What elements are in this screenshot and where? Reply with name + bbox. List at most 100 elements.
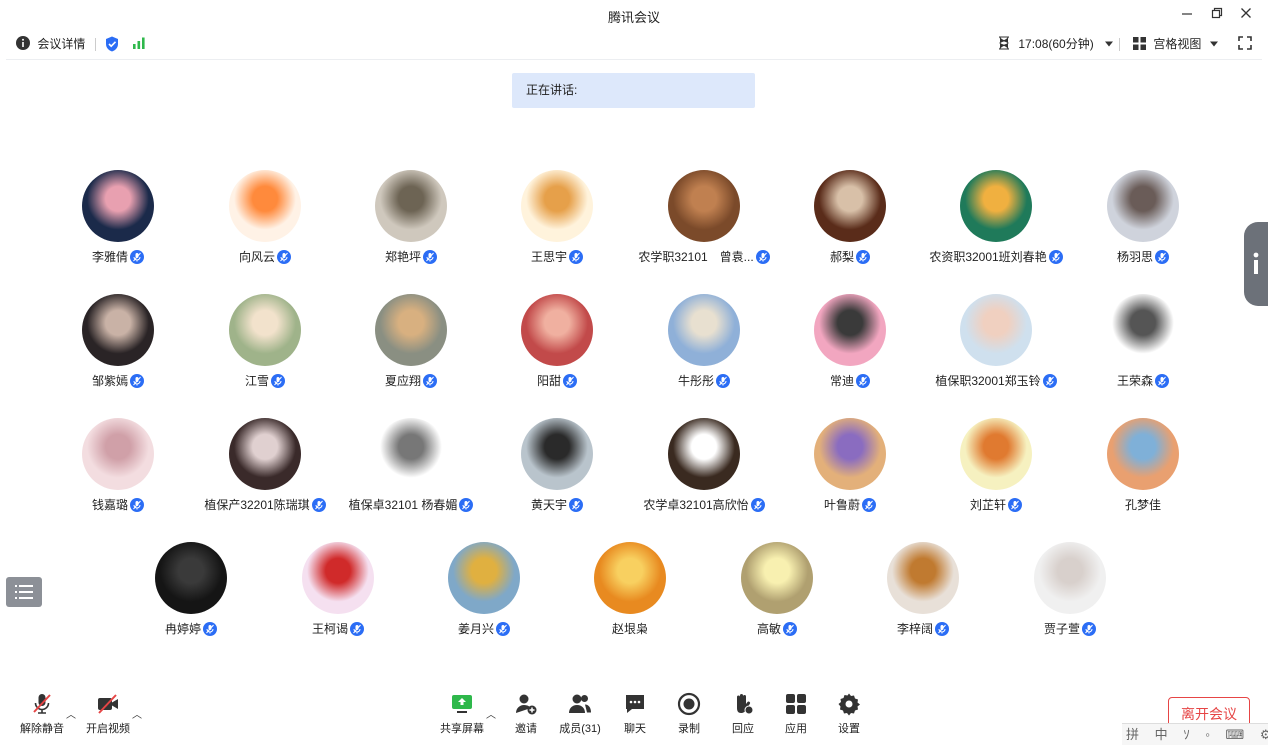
minimize-icon[interactable] [1178, 6, 1196, 24]
view-mode-button[interactable]: 宫格视图 [1133, 36, 1219, 52]
participant-name: 黄天宇 [530, 498, 567, 512]
record-button[interactable]: 录制 [661, 692, 717, 738]
avatar [814, 294, 886, 366]
participant-tile[interactable]: 王荣森 [1070, 294, 1216, 404]
side-panel-info-button[interactable] [1244, 222, 1268, 306]
avatar [814, 170, 886, 242]
participant-tile[interactable]: 江雪 [192, 294, 338, 404]
participant-tile[interactable]: 钱嘉璐 [45, 418, 191, 528]
participant-tile[interactable]: 农学卓32101高欣怡 [631, 418, 777, 528]
meeting-details-button[interactable]: 会议详情 [16, 36, 85, 52]
participant-tile[interactable]: 李雅倩 [45, 170, 191, 280]
chevron-down-icon [1105, 41, 1114, 47]
participant-tile[interactable]: 植保职32001郑玉铃 [923, 294, 1069, 404]
start-video-button[interactable]: 开启视频 [80, 692, 136, 738]
participant-name: 植保职32001郑玉铃 [935, 374, 1041, 388]
avatar [521, 294, 593, 366]
members-button[interactable]: 成员(31) [552, 692, 608, 738]
participant-list-toggle[interactable] [6, 577, 42, 607]
participant-name: 江雪 [244, 374, 269, 388]
avatar [155, 542, 227, 614]
participant-tile[interactable]: 李梓阔 [850, 542, 996, 652]
participant-tile[interactable]: 牛彤彤 [631, 294, 777, 404]
participant-tile[interactable]: 植保卓32101 杨春媚 [338, 418, 484, 528]
mic-muted-icon [716, 373, 730, 388]
network-signal-icon[interactable] [132, 36, 146, 54]
meeting-details-label: 会议详情 [37, 37, 86, 51]
participant-tile[interactable]: 杨羽思 [1070, 170, 1216, 280]
participant-name: 邹紫嫣 [91, 374, 128, 388]
close-icon[interactable] [1237, 6, 1255, 24]
participant-tile[interactable]: 向风云 [192, 170, 338, 280]
info-icon [1253, 252, 1259, 274]
participant-tile[interactable]: 赵垠枭 [557, 542, 703, 652]
participant-tile[interactable]: 阳甜 [484, 294, 630, 404]
participant-tile[interactable]: 刘芷轩 [923, 418, 1069, 528]
participant-tile[interactable]: 王柯谒 [265, 542, 411, 652]
unmute-button[interactable]: 解除静音 [14, 692, 70, 738]
share-screen-button[interactable]: 共享屏幕 [434, 692, 490, 738]
avatar [229, 294, 301, 366]
window-title: 腾讯会议 [607, 10, 660, 25]
participant-name-row: 邹紫嫣 [45, 372, 191, 389]
participant-tile[interactable]: 农学职32101 曾袁... [631, 170, 777, 280]
mic-muted-icon [423, 373, 437, 388]
mic-muted-icon [130, 497, 144, 512]
participant-name: 农资职32001班刘春艳 [929, 250, 1047, 264]
reactions-button[interactable]: 回应 [715, 692, 771, 738]
video-off-icon [98, 694, 118, 714]
avatar [302, 542, 374, 614]
participant-tile[interactable]: 植保产32201陈瑞琪 [192, 418, 338, 528]
participant-tile[interactable]: 夏应翔 [338, 294, 484, 404]
participant-tile[interactable]: 王思宇 [484, 170, 630, 280]
apps-icon [786, 694, 806, 714]
chat-button[interactable]: 聊天 [607, 692, 663, 738]
audio-options-chevron-icon[interactable]: ︿ [66, 706, 76, 721]
participant-tile[interactable]: 黄天宇 [484, 418, 630, 528]
participant-tile[interactable]: 孔梦佳 [1070, 418, 1216, 528]
members-label: 成员(31) [559, 723, 601, 735]
mic-muted-icon [1155, 373, 1169, 388]
speaking-indicator: 正在讲话: [512, 73, 755, 108]
video-options-chevron-icon[interactable]: ︿ [132, 706, 142, 721]
participant-name-row: 农学卓32101高欣怡 [631, 496, 777, 513]
restore-icon[interactable] [1208, 6, 1226, 24]
participant-name-row: 农资职32001班刘春艳 [923, 248, 1069, 265]
fullscreen-icon[interactable] [1238, 36, 1252, 54]
participant-tile[interactable]: 高敏 [704, 542, 850, 652]
avatar [375, 294, 447, 366]
participant-tile[interactable]: 常迪 [777, 294, 923, 404]
participant-tile[interactable]: 叶鲁蔚 [777, 418, 923, 528]
participant-tile[interactable]: 冉婷婷 [118, 542, 264, 652]
mic-muted-icon [130, 249, 144, 264]
participant-name-row: 植保职32001郑玉铃 [923, 372, 1069, 389]
participant-name-row: 植保卓32101 杨春媚 [338, 496, 484, 513]
participant-tile[interactable]: 邹紫嫣 [45, 294, 191, 404]
avatar [887, 542, 959, 614]
meeting-timer[interactable]: 17:08(60分钟) [998, 36, 1114, 52]
list-icon [15, 585, 33, 599]
mic-muted-icon [1008, 497, 1022, 512]
participant-name-row: 牛彤彤 [631, 372, 777, 389]
share-options-chevron-icon[interactable]: ︿ [486, 706, 496, 721]
participant-tile[interactable]: 贾子萱 [997, 542, 1143, 652]
participant-name-row: 夏应翔 [338, 372, 484, 389]
mic-muted-icon [935, 621, 949, 636]
participant-tile[interactable]: 农资职32001班刘春艳 [923, 170, 1069, 280]
apps-button[interactable]: 应用 [768, 692, 824, 738]
participant-name: 赵垠枭 [611, 622, 648, 636]
ime-toolbar[interactable]: 拼 中 ｿ ◦ ⌨ ⚙ ⁝ [1122, 723, 1268, 745]
participant-name-row: 刘芷轩 [923, 496, 1069, 513]
participant-tile[interactable]: 郑艳坪 [338, 170, 484, 280]
participant-tile[interactable]: 郝梨 [777, 170, 923, 280]
settings-button[interactable]: 设置 [821, 692, 877, 738]
participant-tile[interactable]: 姜月兴 [411, 542, 557, 652]
mic-muted-icon [1042, 373, 1057, 388]
invite-button[interactable]: 邀请 [498, 692, 554, 738]
participant-name: 郝梨 [829, 250, 854, 264]
participant-name-row: 江雪 [192, 372, 338, 389]
mic-muted-icon [755, 249, 770, 264]
participant-name: 姜月兴 [457, 622, 494, 636]
avatar [1107, 294, 1179, 366]
security-shield-icon[interactable] [105, 36, 119, 56]
